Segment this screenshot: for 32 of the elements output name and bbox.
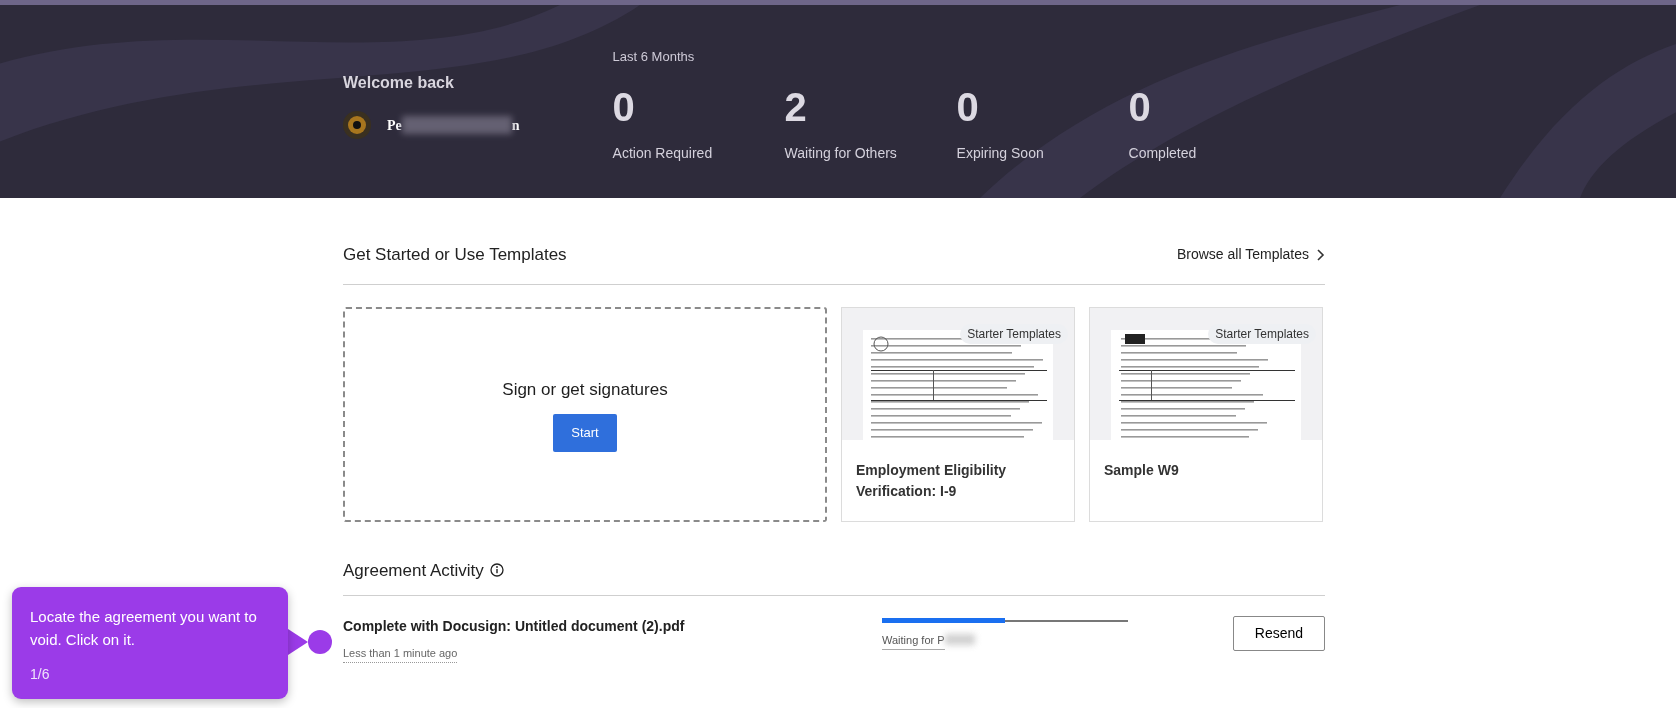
start-button[interactable]: Start [553, 414, 617, 452]
template-name: Sample W9 [1103, 460, 1180, 480]
stat-label: Waiting for Others [784, 143, 898, 163]
welcome-heading: Welcome back [343, 73, 455, 93]
stat-value: 2 [784, 86, 808, 127]
step-counter: 1/6 [30, 664, 51, 684]
agreement-title[interactable]: Complete with Docusign: Untitled document (2).pdf [343, 616, 685, 637]
period-label: Last 6 Months [612, 48, 696, 66]
template-card[interactable]: Starter Templates Employment Eligibility Verification: I-9 [841, 306, 1075, 522]
hotspot-dot[interactable] [308, 630, 332, 654]
tooltip-text: Locate the agreement you want to void. Click on it. [30, 607, 258, 651]
card-title: Sign or get signatures [502, 378, 668, 401]
stat-value: 0 [956, 86, 980, 127]
user-name: Pe [387, 116, 402, 135]
stat-value: 0 [612, 86, 636, 127]
template-name: Employment Eligibility Verification: I-9 [855, 460, 1008, 501]
section-title: Get Started or Use Templates [343, 244, 567, 266]
timestamp: Less than 1 minute ago [343, 645, 458, 663]
resend-button[interactable]: Resend [1233, 616, 1325, 651]
redaction-blur [944, 634, 975, 646]
avatar-icon [343, 111, 371, 139]
browse-templates-link[interactable]: Browse all Templates [1176, 244, 1325, 266]
stat-label: Completed [1128, 143, 1198, 163]
section-title: Agreement Activity [343, 559, 484, 582]
user-name: n [511, 116, 520, 135]
stat-value: 0 [1128, 86, 1152, 127]
status-text: Waiting for P [882, 632, 945, 650]
info-icon [489, 563, 504, 578]
stat-label: Action Required [612, 143, 714, 163]
chevron-right-icon [1317, 248, 1325, 261]
stat-label: Expiring Soon [956, 143, 1045, 163]
template-card[interactable]: Starter Templates Sample W9 [1089, 306, 1323, 522]
